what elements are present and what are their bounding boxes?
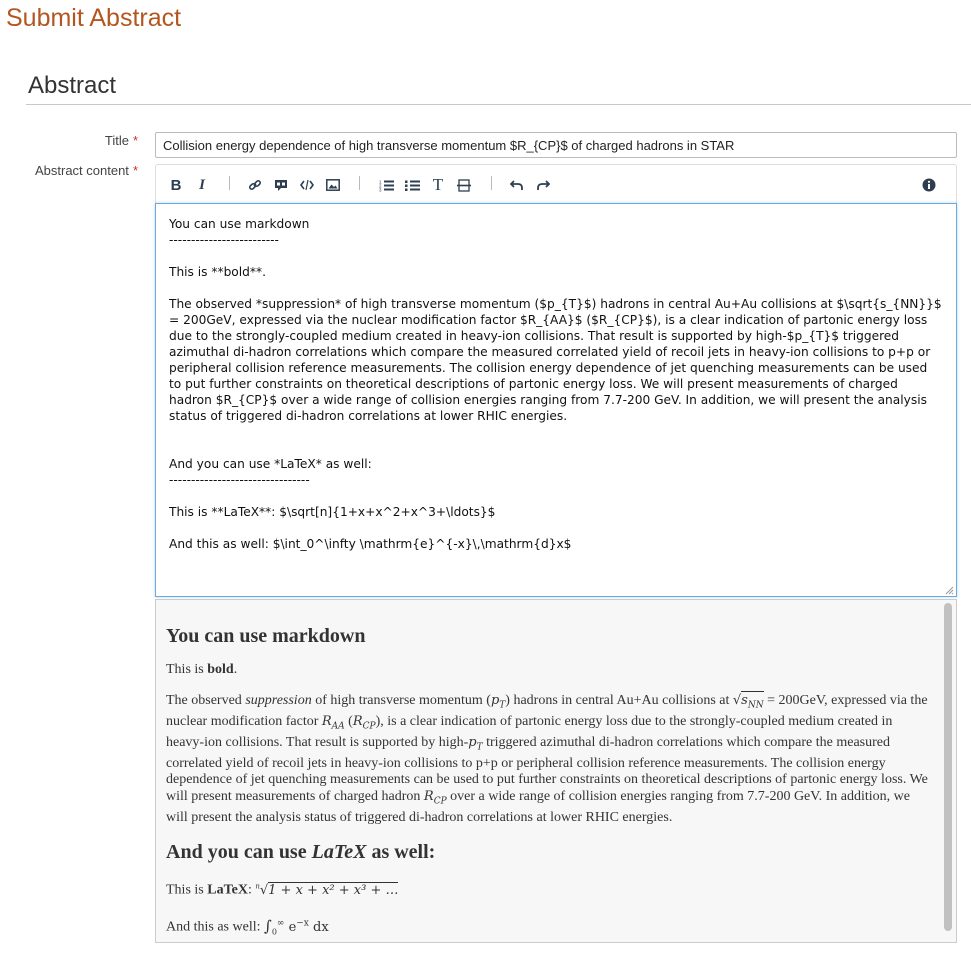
math-symbol: RCP	[423, 788, 447, 807]
image-icon[interactable]	[322, 174, 344, 196]
math-var: dx	[313, 919, 329, 935]
italic-icon[interactable]: I	[191, 174, 213, 196]
preview-emphasis: suppression	[245, 692, 312, 708]
math-var: R	[321, 713, 332, 729]
math-symbol: RCP	[352, 713, 376, 732]
preview-paragraph: This is LaTeX: n√1 + x + x² + x³ + …	[166, 878, 930, 899]
code-icon[interactable]	[296, 174, 318, 196]
editor-line: And this as well: $\int_0^\infty \mathrm…	[169, 537, 572, 551]
markdown-preview: You can use markdown This is bold. The o…	[155, 599, 957, 943]
abstract-content-editor[interactable]: You can use markdown --------------------…	[155, 203, 957, 597]
math-root-body: 1 + x + x² + x³ + …	[268, 881, 399, 898]
bold-glyph: B	[170, 176, 182, 194]
section-divider	[26, 104, 971, 105]
math-integral: ∫	[264, 916, 272, 935]
heading-icon[interactable]: T	[427, 174, 449, 196]
math-var: R	[423, 788, 434, 804]
required-marker: *	[132, 133, 138, 148]
page-title: Submit Abstract	[6, 4, 182, 32]
preview-bold-text: bold	[207, 662, 234, 677]
preview-text: And this as well:	[166, 919, 264, 935]
preview-text: The observed	[166, 692, 246, 708]
preview-text: .	[233, 662, 238, 677]
math-root-index: n	[255, 882, 260, 891]
editor-line: --------------------------------	[169, 473, 310, 487]
italic-glyph: I	[199, 176, 205, 193]
integral-symbol: ∫0∞ e−x dx	[264, 916, 329, 937]
preview-heading: You can use markdown	[166, 625, 366, 647]
editor-line: This is **bold**.	[169, 265, 266, 279]
editor-line: And you can use *LaTeX* as well:	[169, 457, 372, 471]
math-sup: −x	[296, 918, 309, 929]
preview-text: ) hadrons in central Au+Au collisions at	[505, 692, 733, 708]
math-symbol: pT	[468, 734, 482, 753]
editor-toolbar: B I 123 T	[155, 164, 957, 204]
quote-icon[interactable]	[270, 174, 292, 196]
math-sub: CP	[433, 796, 447, 807]
link-icon[interactable]	[244, 174, 266, 196]
preview-text: This is	[166, 882, 208, 898]
ordered-list-icon[interactable]: 123	[375, 174, 397, 196]
math-var: p	[468, 734, 477, 750]
title-label-text: Title	[104, 133, 129, 148]
editor-line: You can use markdown	[169, 217, 310, 231]
preview-bold-text: LaTeX	[207, 882, 248, 898]
math-symbol: RAA	[321, 713, 345, 732]
math-var: s	[741, 692, 748, 708]
preview-text: of high transverse momentum (	[311, 692, 491, 708]
title-label: Title *	[105, 133, 138, 148]
sqrt-symbol: √sNN	[732, 690, 764, 711]
math-sub: 0	[271, 927, 277, 937]
preview-heading: And you can use LaTeX as well:	[166, 840, 930, 864]
editor-line: The observed *suppression* of high trans…	[169, 297, 946, 423]
preview-paragraph: The observed suppression of high transve…	[166, 690, 930, 827]
math-sub: NN	[747, 700, 764, 711]
math-sup: ∞	[276, 918, 285, 929]
required-marker: *	[132, 163, 138, 178]
math-sub: CP	[362, 721, 376, 732]
section-title: Abstract	[28, 72, 117, 99]
preview-heading-text: as well:	[366, 841, 436, 864]
undo-icon[interactable]	[506, 174, 528, 196]
abstract-content-label: Abstract content *	[35, 163, 138, 178]
preview-text: (	[344, 713, 353, 729]
editor-line: This is **LaTeX**: $\sqrt[n]{1+x+x^2+x^3…	[169, 505, 496, 519]
unordered-list-icon[interactable]	[401, 174, 423, 196]
title-input[interactable]	[155, 132, 957, 158]
bold-icon[interactable]: B	[165, 174, 187, 196]
math-var: R	[352, 713, 363, 729]
preview-heading-text: And you can use	[166, 841, 312, 864]
scrollbar-thumb[interactable]	[944, 603, 952, 931]
preview-paragraph: And this as well: ∫0∞ e−x dx	[166, 915, 930, 940]
preview-scrollbar[interactable]	[942, 601, 954, 941]
editor-line: -------------------------	[169, 233, 279, 247]
resize-handle-icon[interactable]	[944, 585, 954, 595]
toolbar-separator	[491, 176, 492, 190]
redo-icon[interactable]	[532, 174, 554, 196]
nth-root-symbol: n√1 + x + x² + x³ + …	[255, 881, 399, 898]
toolbar-separator	[229, 176, 230, 190]
math-sub: AA	[331, 721, 345, 732]
heading-glyph: T	[432, 175, 444, 194]
preview-text: :	[247, 882, 252, 898]
svg-text:3: 3	[379, 187, 382, 192]
math-symbol: pT	[491, 693, 505, 711]
toolbar-separator	[359, 176, 360, 190]
preview-text: This is	[166, 662, 208, 677]
preview-paragraph: This is bold.	[166, 662, 930, 679]
info-icon[interactable]	[918, 174, 940, 196]
horizontal-rule-icon[interactable]	[453, 174, 475, 196]
preview-heading-emphasis: LaTeX	[311, 841, 367, 864]
abstract-content-label-text: Abstract content	[34, 163, 129, 178]
